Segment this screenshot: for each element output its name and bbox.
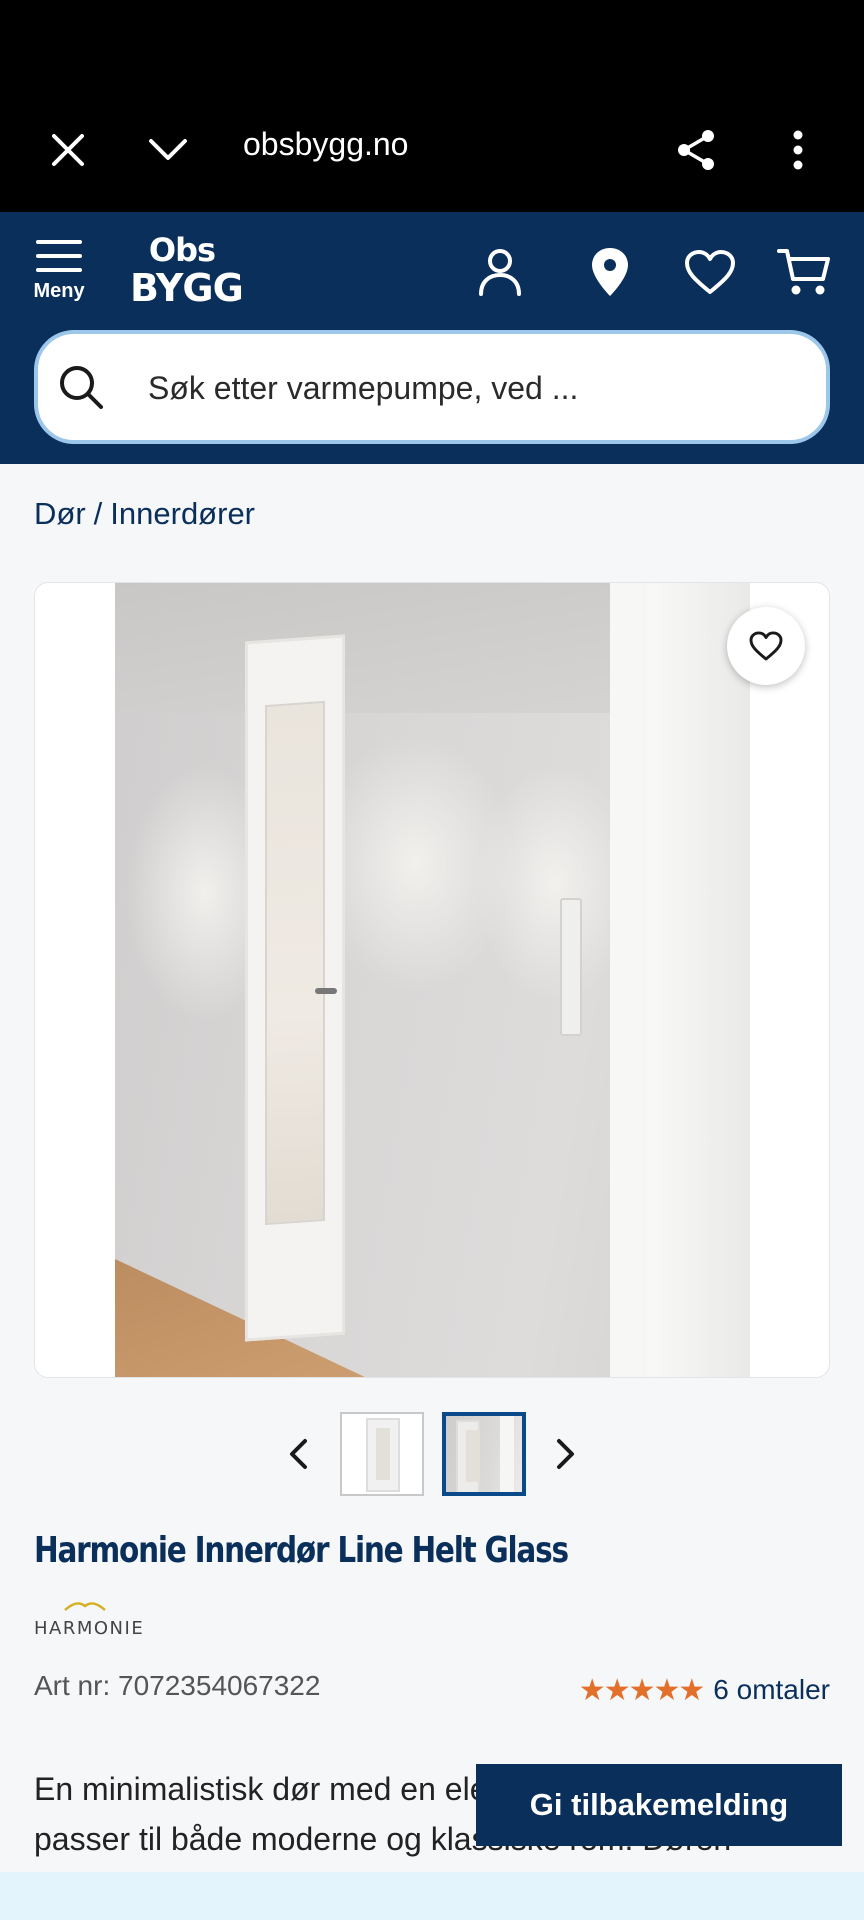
add-to-favorites-button[interactable] (727, 607, 805, 685)
logo-line-1: Obs (148, 231, 216, 269)
search-bar[interactable] (34, 330, 830, 444)
menu-label: Meny (33, 280, 85, 302)
chevron-left-icon (290, 1439, 307, 1469)
brand-name: HARMONIE (34, 1618, 145, 1639)
thumbnail-1[interactable] (340, 1412, 424, 1496)
breadcrumb-item-interior-doors[interactable]: Innerdører (110, 496, 255, 531)
more-vert-icon[interactable] (770, 122, 826, 178)
browser-toolbar: obsbygg.no (0, 86, 864, 212)
next-image-button[interactable] (544, 1432, 588, 1476)
product-image-gallery[interactable] (34, 582, 830, 1378)
location-pin-icon[interactable] (580, 242, 640, 302)
breadcrumb: Dør / Innerdører (34, 496, 255, 532)
site-header: Meny Obs BYGG (0, 212, 864, 464)
user-icon[interactable] (470, 242, 530, 302)
status-bar (0, 0, 864, 86)
url-bar[interactable]: obsbygg.no (243, 126, 408, 163)
obs-bygg-logo[interactable]: Obs BYGG (130, 231, 244, 322)
chevron-down-icon[interactable] (140, 122, 196, 178)
breadcrumb-separator: / (93, 496, 103, 531)
product-page: Dør / Innerdører Harmonie Innerdør Line … (0, 464, 864, 1907)
feedback-button[interactable]: Gi tilbakemelding (476, 1764, 842, 1846)
article-number: Art nr: 7072354067322 (34, 1670, 321, 1701)
search-icon (60, 366, 103, 409)
light-switch (560, 898, 582, 1036)
heart-icon[interactable] (680, 242, 740, 302)
menu-button[interactable]: Meny (26, 240, 92, 320)
product-photo (115, 583, 750, 1377)
brand-wing-mark (64, 1602, 106, 1611)
logo-line-2: BYGG (130, 266, 244, 310)
brand-logo[interactable]: HARMONIE (34, 1600, 144, 1640)
search-input[interactable] (148, 358, 788, 418)
chevron-right-icon (557, 1439, 574, 1469)
prev-image-button[interactable] (276, 1432, 320, 1476)
thumbnail-strip (0, 1412, 864, 1496)
cart-icon[interactable] (774, 242, 834, 302)
product-title: Harmonie Innerdør Line Helt Glass (34, 1530, 569, 1571)
door-handle (315, 988, 337, 994)
breadcrumb-item-door[interactable]: Dør (34, 496, 86, 531)
share-icon[interactable] (668, 122, 724, 178)
thumbnail-2[interactable] (442, 1412, 526, 1496)
heart-outline-icon (749, 631, 783, 661)
hamburger-icon (36, 240, 82, 272)
star-rating: ★★★★★ (578, 1672, 705, 1708)
review-count-link[interactable]: 6 omtaler (713, 1674, 830, 1706)
rating-summary[interactable]: ★★★★★ 6 omtaler (579, 1672, 830, 1708)
close-icon[interactable] (40, 122, 96, 178)
bottom-banner (0, 1872, 864, 1920)
door-glass-panel (265, 700, 325, 1226)
